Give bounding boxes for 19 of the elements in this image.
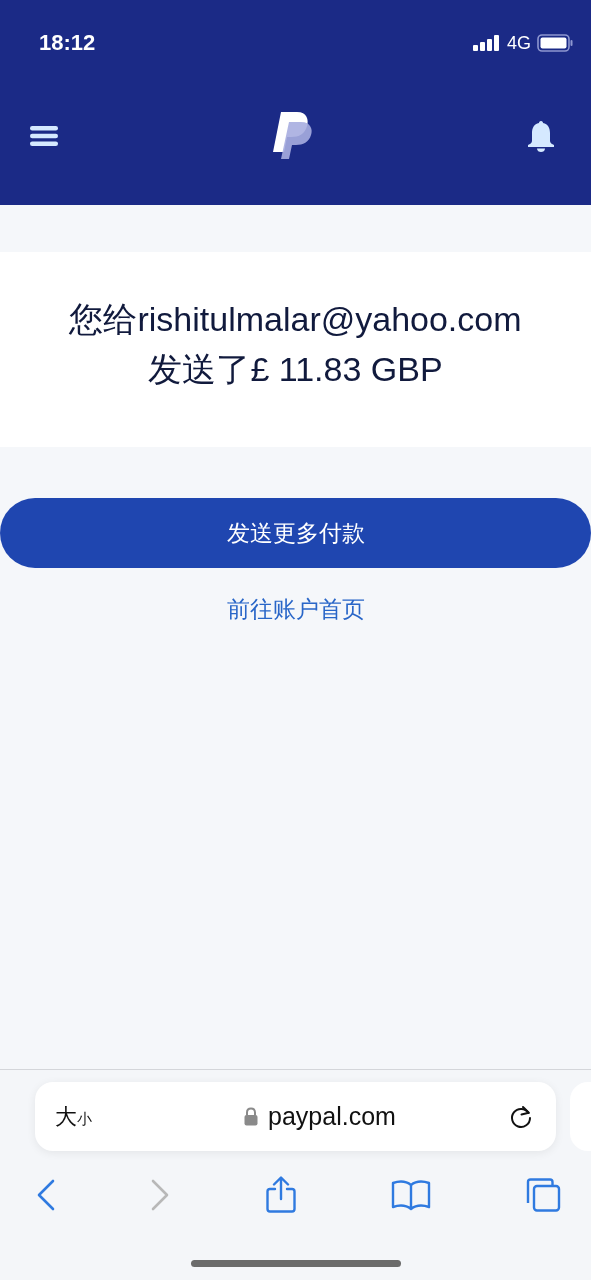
address-bar[interactable]: 大小 paypal.com (35, 1082, 556, 1151)
status-time: 18:12 (39, 30, 96, 56)
battery-icon (537, 34, 573, 52)
network-label: 4G (507, 32, 531, 54)
confirmation-message: 您给rishitulmalar@yahoo.com 发送了£ 11.83 GBP (69, 298, 522, 390)
book-icon[interactable] (390, 1179, 431, 1211)
url-text: paypal.com (268, 1102, 396, 1131)
text-size-button[interactable]: 大小 (55, 1101, 92, 1132)
signal-icon (473, 35, 501, 51)
bell-icon[interactable] (527, 119, 555, 152)
send-more-button[interactable]: 发送更多付款 (0, 498, 591, 568)
back-icon[interactable] (36, 1179, 56, 1211)
lock-icon (244, 1107, 259, 1126)
reload-icon[interactable] (508, 1103, 534, 1130)
account-home-link[interactable]: 前往账户首页 (226, 594, 365, 625)
tabs-icon[interactable] (525, 1177, 561, 1213)
menu-icon[interactable] (29, 124, 59, 147)
logo-icon (273, 111, 313, 160)
share-icon[interactable] (264, 1176, 297, 1214)
